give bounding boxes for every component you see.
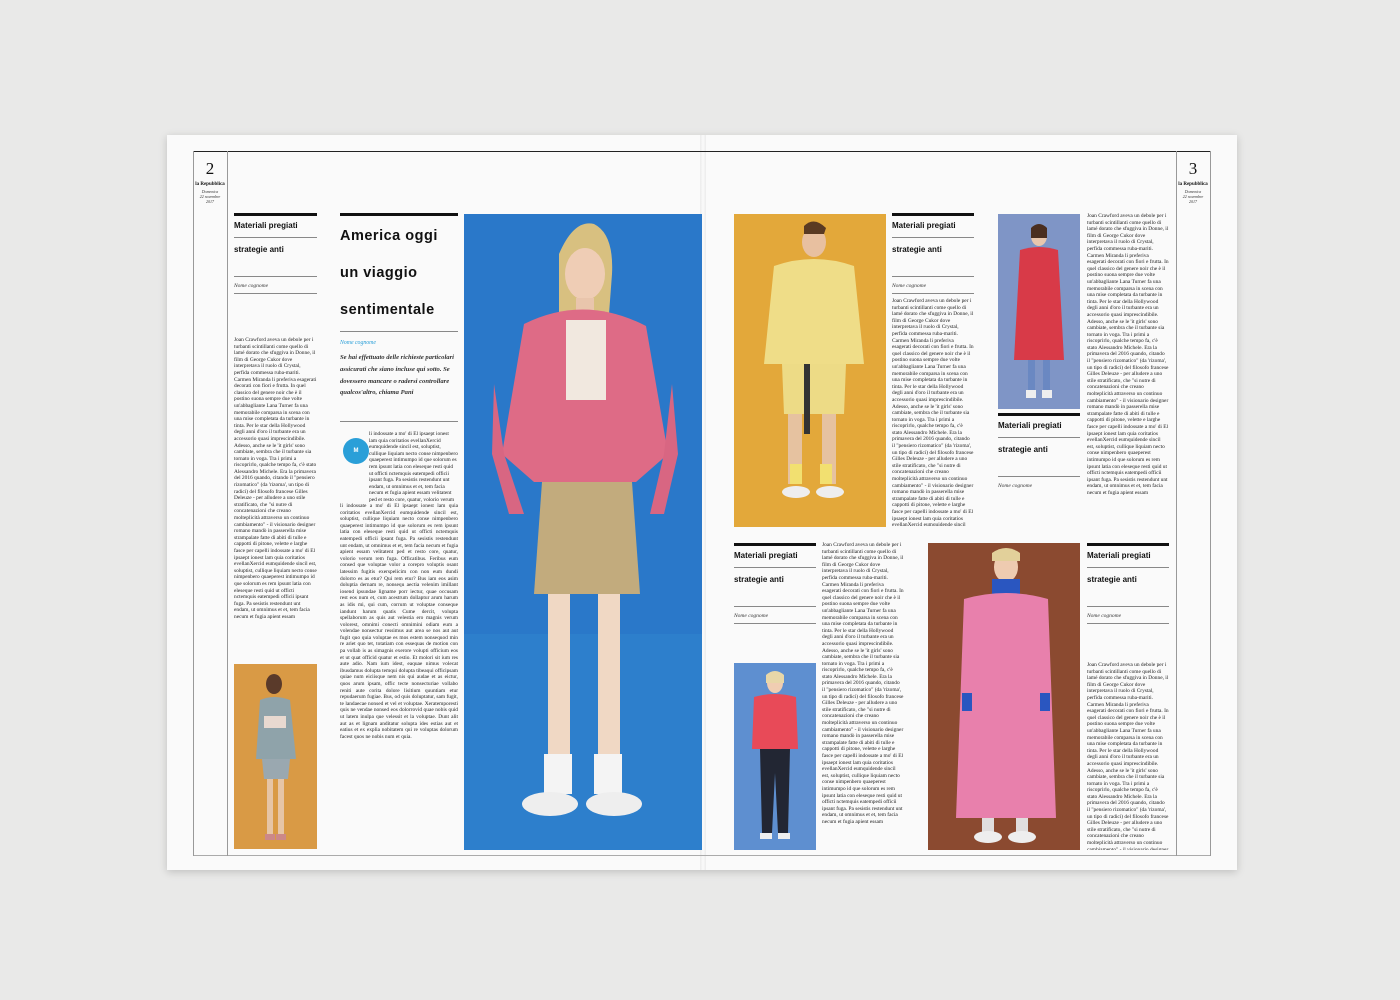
feature-title-line: un viaggio — [340, 265, 418, 281]
section-header: Materiali pregiati strategie anti — [892, 213, 974, 277]
date-line: Domenica 22 novembre 2017 — [193, 189, 227, 204]
feature-deck: Se hai effettuato delle richieste partic… — [340, 354, 454, 397]
dropcap-circle: M — [343, 438, 369, 464]
folio-right: 3 la Repubblica Domenica 22 novembre 201… — [1176, 154, 1210, 204]
byline-rule — [234, 293, 317, 294]
article-body: Joan Crawford aveva un debole per i turb… — [822, 542, 904, 825]
byline: Nome cognome — [892, 283, 927, 289]
section-header: Materiali pregiati strategie anti — [234, 213, 317, 277]
sidebar-column: Materiali pregiati strategie anti Nome c… — [734, 543, 816, 624]
section-rule — [892, 276, 974, 277]
fashion-photo — [234, 664, 317, 849]
page-frame-left-rule — [193, 151, 194, 856]
section-rule — [998, 476, 1080, 477]
feature-body: li indossate a mo' di El ipsaept ionest … — [340, 503, 458, 740]
section-title: Materiali pregiati — [234, 221, 298, 230]
section-title: Materiali pregiati — [892, 221, 956, 230]
section-subtitle: strategie anti — [734, 575, 784, 584]
title-rule — [340, 331, 458, 332]
section-subtitle: strategie anti — [234, 245, 284, 254]
section-rule — [1087, 567, 1169, 568]
sidebar-column: Materiali pregiati strategie anti Nome c… — [1087, 543, 1169, 624]
page-frame-bottom-rule — [193, 855, 1211, 856]
folio-column-divider-left — [227, 151, 228, 856]
byline: Nome cognome — [234, 283, 269, 289]
page-frame-top-rule — [193, 151, 1211, 152]
page-number-left: 2 — [205, 159, 215, 178]
section-subtitle: strategie anti — [892, 245, 942, 254]
section-title: Materiali pregiati — [1087, 551, 1151, 560]
section-rule — [734, 606, 816, 607]
date-year: 2017 — [1189, 199, 1197, 204]
byline: Nome cognome — [1087, 613, 1122, 619]
article-body: Joan Crawford aveva un debole per i turb… — [1087, 213, 1169, 496]
deck-rule — [340, 421, 458, 422]
feature-body-top: li indossate a mo' di El ipsaept ionest … — [369, 431, 458, 503]
feature-title-block: America oggi un viaggio sentimentale — [340, 213, 458, 329]
byline: Nome cognome — [734, 613, 769, 619]
date-year: 2017 — [206, 199, 214, 204]
feature-title-line: sentimentale — [340, 302, 435, 318]
fashion-photo — [928, 543, 1080, 850]
byline-rule — [734, 623, 816, 624]
feature-byline: Nome cognome — [340, 340, 376, 346]
fashion-photo — [734, 214, 886, 527]
section-subtitle: strategie anti — [998, 445, 1048, 454]
section-header: Materiali pregiati strategie anti — [998, 413, 1080, 477]
section-rule — [998, 437, 1080, 438]
page-frame-right-rule — [1210, 151, 1211, 856]
section-header: Materiali pregiati strategie anti — [1087, 543, 1169, 607]
hero-fashion-photo — [464, 214, 702, 850]
section-rule — [234, 237, 317, 238]
article-body: Joan Crawford aveva un debole per i turb… — [892, 298, 974, 526]
section-rule — [892, 237, 974, 238]
section-rule — [234, 276, 317, 277]
sidebar-column: Materiali pregiati strategie anti Nome c… — [892, 213, 974, 294]
page-number-right: 3 — [1188, 159, 1198, 178]
folio-column-divider-right — [1176, 151, 1177, 856]
byline: Nome cognome — [998, 483, 1033, 489]
section-rule — [734, 567, 816, 568]
section-rule — [1087, 606, 1169, 607]
masthead-logo: la Repubblica — [1178, 182, 1208, 187]
masthead-logo: la Repubblica — [195, 182, 225, 187]
feature-column: America oggi un viaggio sentimentale Nom… — [340, 213, 458, 399]
section-title: Materiali pregiati — [734, 551, 798, 560]
byline-rule — [892, 293, 974, 294]
feature-title-line: America oggi — [340, 228, 438, 244]
section-subtitle: strategie anti — [1087, 575, 1137, 584]
fashion-photo — [998, 214, 1080, 409]
sidebar-column: Materiali pregiati strategie anti Nome c… — [998, 413, 1080, 489]
article-body: Joan Crawford aveva un debole per i turb… — [1087, 662, 1169, 850]
byline-rule — [1087, 623, 1169, 624]
section-title: Materiali pregiati — [998, 421, 1062, 430]
sidebar-column-left: Materiali pregiati strategie anti Nome c… — [234, 213, 317, 294]
date-line: Domenica 22 novembre 2017 — [1176, 189, 1210, 204]
fashion-photo — [734, 663, 816, 850]
article-body: Joan Crawford aveva un debole per i turb… — [234, 337, 317, 620]
folio-left: 2 la Repubblica Domenica 22 novembre 201… — [193, 154, 227, 204]
section-header: Materiali pregiati strategie anti — [734, 543, 816, 607]
